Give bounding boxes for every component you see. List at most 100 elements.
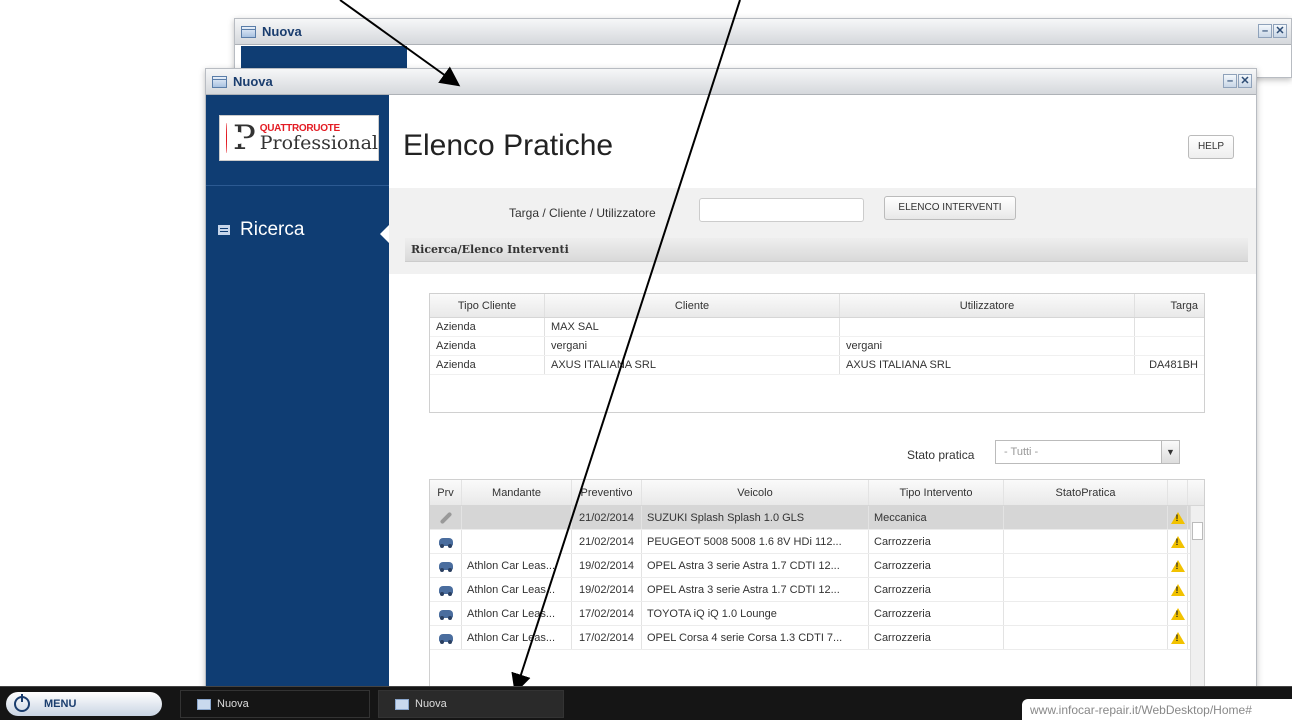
warning-icon <box>1170 607 1185 620</box>
table-cell: Meccanica <box>869 506 1004 529</box>
table-cell: Carrozzeria <box>869 554 1004 577</box>
table-cell: Carrozzeria <box>869 530 1004 553</box>
table-row[interactable]: Athlon Car Leas... 17/02/2014 OPEL Corsa… <box>430 626 1204 650</box>
column-header[interactable]: Mandante <box>462 480 572 505</box>
section-header: Ricerca/Elenco Interventi <box>405 238 1248 262</box>
column-header[interactable]: Utilizzatore <box>840 294 1135 317</box>
table-cell: PEUGEOT 5008 5008 1.6 8V HDi 112... <box>642 530 869 553</box>
logo-q-mark <box>226 123 242 153</box>
elenco-interventi-button[interactable]: ELENCO INTERVENTI <box>884 196 1016 220</box>
table-row[interactable]: Athlon Car Leas... 17/02/2014 TOYOTA iQ … <box>430 602 1204 626</box>
main-window-title: Nuova <box>233 74 273 89</box>
table-row[interactable]: Azienda MAX SAL <box>430 318 1204 337</box>
table-cell: 19/02/2014 <box>572 578 642 601</box>
column-header[interactable]: Targa <box>1135 294 1204 317</box>
list-icon <box>218 225 230 235</box>
column-header[interactable]: Cliente <box>545 294 840 317</box>
help-button[interactable]: HELP <box>1188 135 1234 159</box>
wrench-icon <box>439 511 452 524</box>
table-cell: vergani <box>840 337 1135 355</box>
table-cell: OPEL Corsa 4 serie Corsa 1.3 CDTI 7... <box>642 626 869 649</box>
warning-icon <box>1170 559 1185 572</box>
table-cell <box>1004 554 1168 577</box>
search-label: Targa / Cliente / Utilizzatore <box>509 206 656 220</box>
logo-brand-bottom: Professional <box>259 131 378 154</box>
table-row[interactable]: Azienda vergani vergani <box>430 337 1204 356</box>
table-cell <box>1135 337 1204 355</box>
table-cell <box>1004 506 1168 529</box>
table-cell: OPEL Astra 3 serie Astra 1.7 CDTI 12... <box>642 578 869 601</box>
chevron-down-icon[interactable]: ▼ <box>1161 441 1179 463</box>
vertical-scrollbar[interactable] <box>1190 506 1204 698</box>
close-button[interactable]: ✕ <box>1273 24 1287 38</box>
start-menu-button[interactable]: MENU <box>6 692 162 716</box>
taskbar: MENU Nuova Nuova www.infocar-repair.it/W… <box>0 686 1292 720</box>
scrollbar-thumb[interactable] <box>1192 522 1203 540</box>
column-header[interactable]: Veicolo <box>642 480 869 505</box>
page-title: Elenco Pratiche <box>403 129 614 162</box>
background-window-title: Nuova <box>262 24 302 39</box>
table-cell: Athlon Car Leas... <box>462 626 572 649</box>
table-cell: 17/02/2014 <box>572 602 642 625</box>
warning-icon <box>1170 583 1185 596</box>
active-indicator <box>380 225 389 243</box>
window-icon <box>197 698 211 710</box>
practices-table-header: Prv Mandante Preventivo Veicolo Tipo Int… <box>430 480 1204 506</box>
table-cell: 19/02/2014 <box>572 554 642 577</box>
warning-icon <box>1170 511 1185 524</box>
search-panel: Targa / Cliente / Utilizzatore ELENCO IN… <box>389 188 1256 274</box>
table-cell: Carrozzeria <box>869 578 1004 601</box>
table-cell: Azienda <box>430 337 545 355</box>
table-cell: TOYOTA iQ iQ 1.0 Lounge <box>642 602 869 625</box>
background-window-titlebar[interactable]: Nuova – ✕ <box>235 19 1291 45</box>
table-cell: AXUS ITALIANA SRL <box>840 356 1135 374</box>
search-input[interactable] <box>699 198 864 222</box>
table-row[interactable]: 21/02/2014 SUZUKI Splash Splash 1.0 GLS … <box>430 506 1204 530</box>
sidebar-item-ricerca[interactable]: Ricerca <box>218 219 304 241</box>
minimize-button[interactable]: – <box>1223 74 1237 88</box>
table-row[interactable]: Athlon Car Leas... 19/02/2014 OPEL Astra… <box>430 554 1204 578</box>
car-icon <box>438 585 453 596</box>
stato-pratica-label: Stato pratica <box>907 448 975 462</box>
car-icon <box>438 561 453 572</box>
window-icon <box>395 698 409 710</box>
sidebar-divider <box>206 185 389 186</box>
table-cell: MAX SAL <box>545 318 840 336</box>
column-header[interactable]: Tipo Cliente <box>430 294 545 317</box>
taskbar-item[interactable]: Nuova <box>378 690 564 718</box>
table-cell: vergani <box>545 337 840 355</box>
taskbar-item[interactable]: Nuova <box>180 690 370 718</box>
status-url: www.infocar-repair.it/WebDesktop/Home# <box>1022 699 1292 720</box>
quattroruote-logo: P QUATTRORUOTE Professional <box>219 115 379 161</box>
column-header[interactable]: Preventivo <box>572 480 642 505</box>
car-icon <box>438 633 453 644</box>
table-cell: Carrozzeria <box>869 626 1004 649</box>
main-window-titlebar[interactable]: Nuova – ✕ <box>206 69 1256 95</box>
column-header <box>1168 480 1188 505</box>
warning-icon <box>1170 535 1185 548</box>
column-header[interactable]: StatoPratica <box>1004 480 1168 505</box>
table-cell <box>462 506 572 529</box>
table-row[interactable]: Athlon Car Leas... 19/02/2014 OPEL Astra… <box>430 578 1204 602</box>
table-cell: Azienda <box>430 318 545 336</box>
column-header[interactable]: Prv <box>430 480 462 505</box>
table-cell: Athlon Car Leas... <box>462 578 572 601</box>
warning-icon <box>1170 631 1185 644</box>
car-icon <box>438 609 453 620</box>
close-button[interactable]: ✕ <box>1238 74 1252 88</box>
table-row[interactable]: 21/02/2014 PEUGEOT 5008 5008 1.6 8V HDi … <box>430 530 1204 554</box>
minimize-button[interactable]: – <box>1258 24 1272 38</box>
table-row[interactable]: Azienda AXUS ITALIANA SRL AXUS ITALIANA … <box>430 356 1204 375</box>
taskbar-item-label: Nuova <box>415 698 447 710</box>
table-cell: SUZUKI Splash Splash 1.0 GLS <box>642 506 869 529</box>
main-window[interactable]: Nuova – ✕ P QUATTRORUOTE Professional Ri… <box>205 68 1257 715</box>
main-content: Elenco Pratiche HELP Targa / Cliente / U… <box>389 95 1256 715</box>
stato-pratica-select[interactable]: - Tutti - ▼ <box>995 440 1180 464</box>
table-cell <box>840 318 1135 336</box>
taskbar-item-label: Nuova <box>217 698 249 710</box>
table-cell: 21/02/2014 <box>572 530 642 553</box>
window-icon <box>212 75 227 88</box>
table-cell: 21/02/2014 <box>572 506 642 529</box>
column-header[interactable]: Tipo Intervento <box>869 480 1004 505</box>
table-cell: AXUS ITALIANA SRL <box>545 356 840 374</box>
